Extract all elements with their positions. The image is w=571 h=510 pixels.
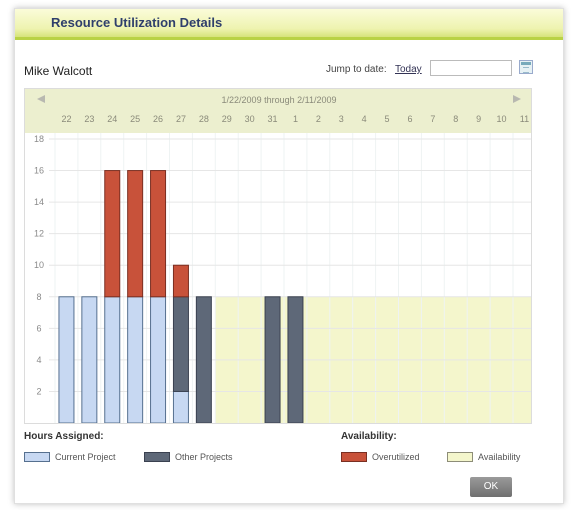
bar-current-project <box>150 296 167 423</box>
x-tick-label: 28 <box>199 114 209 124</box>
x-tick-label: 10 <box>497 114 507 124</box>
availability-legend-label: Availability <box>478 452 521 462</box>
x-tick-label: 23 <box>84 114 94 124</box>
x-tick-label: 5 <box>385 114 390 124</box>
y-tick-label: 4 <box>36 355 41 365</box>
y-tick-label: 2 <box>36 386 41 396</box>
overutilized-swatch <box>341 452 367 462</box>
bar-other-projects <box>195 296 212 423</box>
y-tick-label: 8 <box>36 292 41 302</box>
x-tick-label: 26 <box>153 114 163 124</box>
hours-assigned-title: Hours Assigned: <box>24 431 104 442</box>
bar-overutilized <box>127 170 144 298</box>
bar-current-project <box>81 296 98 423</box>
bar-other-projects <box>264 296 281 423</box>
other-projects-swatch <box>144 452 170 462</box>
x-tick-label: 6 <box>407 114 412 124</box>
calendar-icon[interactable] <box>519 60 533 74</box>
x-tick-label: 3 <box>339 114 344 124</box>
bar-current-project <box>58 296 75 423</box>
y-tick-label: 16 <box>34 166 44 176</box>
other-projects-legend-label: Other Projects <box>175 452 233 462</box>
x-tick-label: 24 <box>107 114 117 124</box>
y-tick-label: 10 <box>34 260 44 270</box>
jump-date-input[interactable] <box>430 60 512 76</box>
x-tick-label: 31 <box>268 114 278 124</box>
x-tick-label: 22 <box>61 114 71 124</box>
x-tick-label: 8 <box>453 114 458 124</box>
bar-overutilized <box>172 264 189 298</box>
bar-current-project <box>104 296 121 423</box>
today-link[interactable]: Today <box>395 64 422 75</box>
utilization-chart: 2 4 6 8 10 12 14 16 18 1/22/2009 through 2/11/200… <box>24 88 532 424</box>
date-range-label: 1/22/2009 through 2/11/2009 <box>222 95 337 105</box>
ok-button[interactable]: OK <box>470 477 512 497</box>
current-project-swatch <box>24 452 50 462</box>
bar-other-projects <box>287 296 304 423</box>
resource-name: Mike Walcott <box>24 64 93 78</box>
x-tick-label: 11 <box>520 114 529 124</box>
overutilized-legend-label: Overutilized <box>372 452 420 462</box>
x-tick-label: 2 <box>316 114 321 124</box>
y-tick-label: 18 <box>34 134 44 144</box>
x-tick-label: 27 <box>176 114 186 124</box>
x-tick-label: 4 <box>362 114 367 124</box>
bar-current-project <box>172 390 189 423</box>
dialog-title: Resource Utilization Details <box>51 15 223 30</box>
dialog-title-bar: Resource Utilization Details <box>15 9 563 40</box>
availability-swatch <box>447 452 473 462</box>
bar-current-project <box>127 296 144 423</box>
availability-title: Availability: <box>341 431 397 442</box>
chart-canvas: 246810121416181/22/2009 through 2/11/200… <box>25 89 531 423</box>
x-tick-label: 30 <box>245 114 255 124</box>
current-project-legend-label: Current Project <box>55 452 116 462</box>
y-tick-label: 14 <box>34 197 44 207</box>
y-tick-label: 6 <box>36 323 41 333</box>
bar-overutilized <box>150 170 167 298</box>
bar-other-projects <box>172 296 189 392</box>
jump-to-date-label: Jump to date: <box>326 64 387 75</box>
bar-overutilized <box>104 170 121 298</box>
x-tick-label: 9 <box>476 114 481 124</box>
x-tick-label: 29 <box>222 114 232 124</box>
x-tick-label: 1 <box>293 114 298 124</box>
x-tick-label: 25 <box>130 114 140 124</box>
x-tick-label: 7 <box>430 114 435 124</box>
y-tick-label: 12 <box>34 229 44 239</box>
